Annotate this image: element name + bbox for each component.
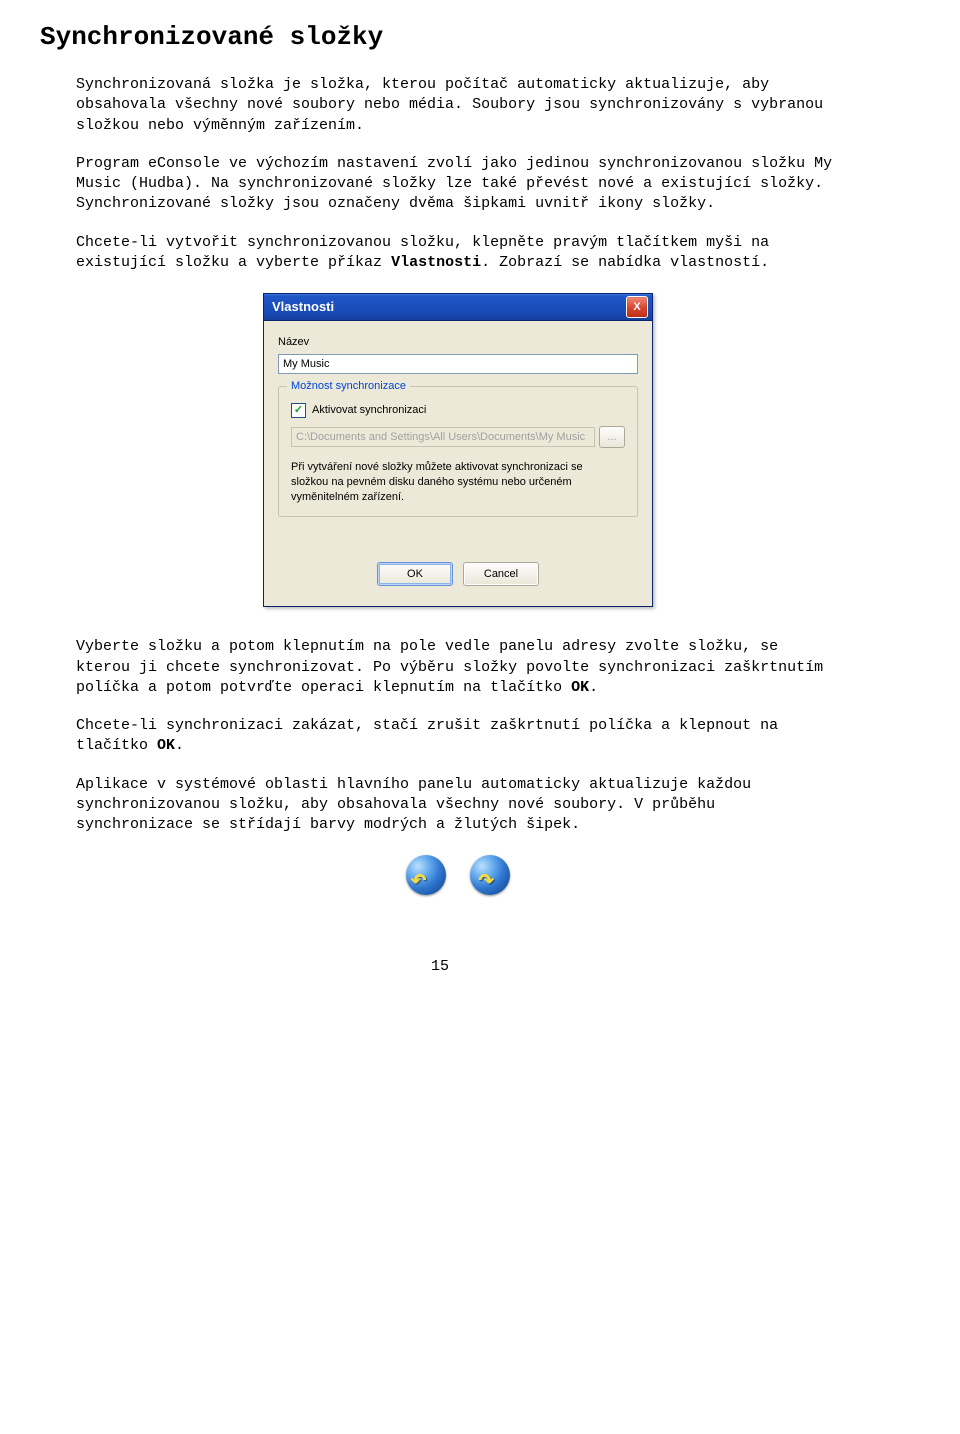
- ellipsis-icon: ...: [607, 430, 616, 445]
- cancel-button[interactable]: Cancel: [463, 562, 539, 586]
- sync-group-title: Možnost synchronizace: [287, 379, 410, 394]
- paragraph-4-bold: OK: [571, 679, 589, 696]
- properties-dialog: Vlastnosti X Název Možnost synchronizace…: [263, 293, 653, 607]
- sync-help-text: Při vytváření nové složky můžete aktivov…: [291, 460, 625, 505]
- paragraph-4: Vyberte složku a potom klepnutím na pole…: [76, 637, 840, 698]
- close-button[interactable]: X: [626, 296, 648, 318]
- page-number: 15: [40, 957, 840, 977]
- paragraph-3-c: . Zobrazí se nabídka vlastností.: [481, 254, 769, 271]
- page-title: Synchronizované složky: [40, 20, 840, 55]
- paragraph-3: Chcete-li vytvořit synchronizovanou slož…: [76, 233, 840, 274]
- paragraph-6: Aplikace v systémové oblasti hlavního pa…: [76, 775, 840, 836]
- sync-globe-back-icon: ↶: [404, 853, 448, 897]
- sync-group: Možnost synchronizace ✓ Aktivovat synchr…: [278, 386, 638, 518]
- enable-sync-label: Aktivovat synchronizaci: [312, 403, 426, 418]
- check-icon: ✓: [294, 405, 303, 416]
- enable-sync-checkbox[interactable]: ✓: [291, 403, 306, 418]
- ok-button-label: OK: [407, 567, 423, 582]
- paragraph-4-a: Vyberte složku a potom klepnutím na pole…: [76, 638, 823, 696]
- paragraph-4-c: .: [589, 679, 598, 696]
- paragraph-5-c: .: [175, 737, 184, 754]
- name-field[interactable]: [278, 354, 638, 374]
- ok-button[interactable]: OK: [377, 562, 453, 586]
- dialog-titlebar: Vlastnosti X: [264, 294, 652, 321]
- dialog-title: Vlastnosti: [272, 298, 626, 316]
- paragraph-5: Chcete-li synchronizaci zakázat, stačí z…: [76, 716, 840, 757]
- sync-path-field: [291, 427, 595, 447]
- paragraph-3-bold: Vlastnosti: [391, 254, 481, 271]
- close-icon: X: [633, 300, 640, 315]
- browse-button[interactable]: ...: [599, 426, 625, 448]
- cancel-button-label: Cancel: [484, 567, 518, 582]
- sync-globe-forward-icon: ↷: [468, 853, 512, 897]
- name-label: Název: [278, 335, 638, 350]
- paragraph-5-bold: OK: [157, 737, 175, 754]
- paragraph-1: Synchronizovaná složka je složka, kterou…: [76, 75, 840, 136]
- paragraph-2: Program eConsole ve výchozím nastavení z…: [76, 154, 840, 215]
